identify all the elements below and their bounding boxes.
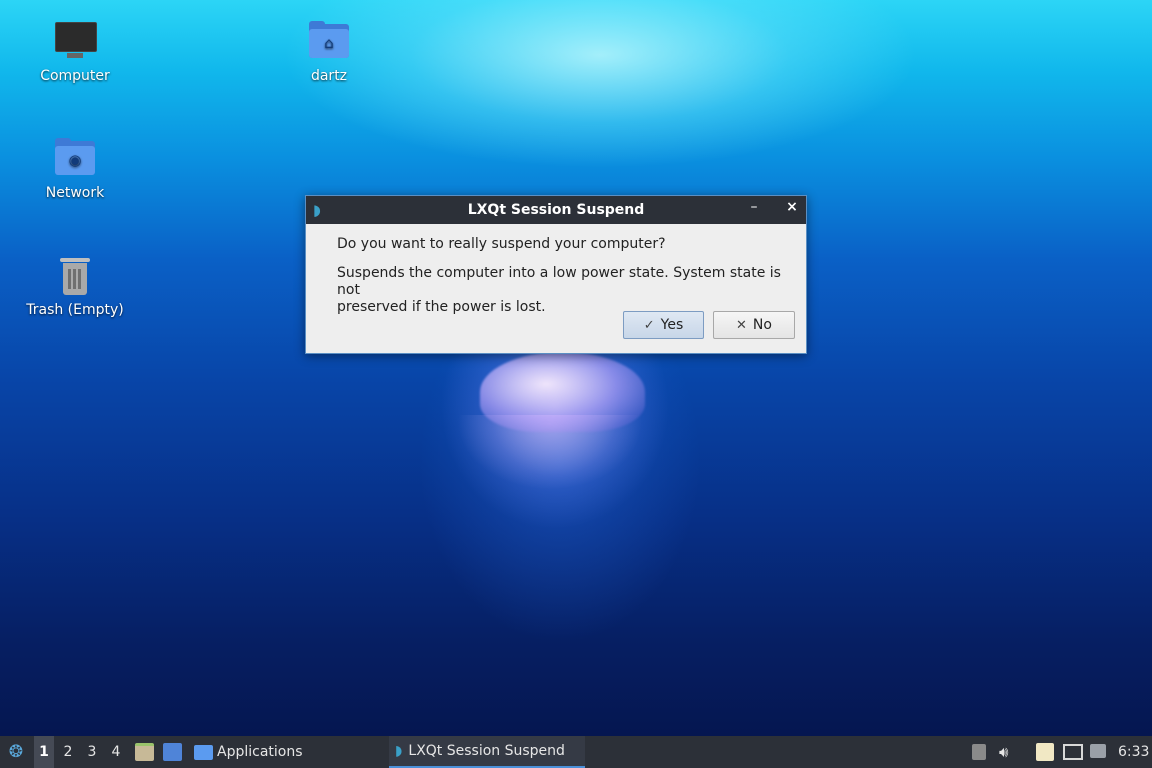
taskbar: ❂ 1 2 3 4 Applications ◗ LXQt Session Su…: [0, 736, 1152, 768]
task-button-session-suspend[interactable]: ◗ LXQt Session Suspend: [389, 736, 585, 768]
volume-icon[interactable]: 🔊︎: [999, 736, 1019, 761]
desktop-icon-home-folder[interactable]: ⌂ dartz: [269, 20, 389, 84]
desktop-icon-computer[interactable]: Computer: [15, 20, 135, 84]
dialog-titlebar[interactable]: ◗ LXQt Session Suspend – ×: [306, 196, 806, 224]
no-button[interactable]: ✕ No: [713, 311, 795, 339]
applications-menu[interactable]: Applications: [194, 736, 303, 768]
desktop-icon-label: Trash (Empty): [26, 302, 124, 318]
desktop-icon-trash[interactable]: Trash (Empty): [15, 254, 135, 318]
update-notifier-icon[interactable]: [1090, 744, 1106, 758]
file-manager-icon[interactable]: [135, 743, 154, 761]
dialog-title: LXQt Session Suspend: [467, 202, 645, 218]
workspace-3[interactable]: 3: [82, 736, 102, 768]
workspace-1[interactable]: 1: [34, 736, 54, 768]
clock[interactable]: 6:33: [1118, 736, 1149, 768]
desktop-icon-label: Computer: [40, 68, 110, 84]
minimize-button[interactable]: –: [746, 199, 762, 219]
checkmark-icon: ✓: [643, 317, 655, 333]
dialog-detail: Suspends the computer into a low power s…: [337, 265, 797, 316]
task-button-label: LXQt Session Suspend: [408, 743, 565, 759]
computer-icon: [53, 20, 97, 64]
folder-icon: [194, 744, 213, 760]
desktop-icon-label: Network: [45, 185, 105, 201]
network-tray-icon[interactable]: [1063, 744, 1083, 760]
show-desktop-icon[interactable]: [163, 743, 182, 761]
clipboard-icon[interactable]: [1036, 743, 1054, 761]
dialog-question: Do you want to really suspend your compu…: [337, 236, 666, 252]
yes-button[interactable]: ✓ Yes: [623, 311, 704, 339]
workspace-4[interactable]: 4: [106, 736, 126, 768]
cross-icon: ✕: [736, 317, 747, 333]
close-button[interactable]: ×: [784, 199, 800, 219]
desktop-icon-network[interactable]: ◉ Network: [15, 137, 135, 201]
workspace-2[interactable]: 2: [58, 736, 78, 768]
trash-icon: [53, 254, 97, 298]
desktop-background: Computer ⌂ dartz ◉ Network Trash (Empty)…: [0, 0, 1152, 736]
jellyfish-bell: [480, 352, 645, 432]
dialog-detail-line: Suspends the computer into a low power s…: [337, 265, 781, 298]
home-folder-icon: ⌂: [307, 20, 351, 64]
lxqt-logo-icon: ◗: [395, 743, 403, 759]
tray-scroll-icon[interactable]: [972, 744, 986, 760]
applications-menu-label: Applications: [217, 744, 303, 760]
yes-button-label: Yes: [660, 317, 684, 333]
suspend-dialog: ◗ LXQt Session Suspend – × Do you want t…: [305, 195, 807, 354]
desktop-icon-label: dartz: [310, 68, 348, 84]
no-button-label: No: [752, 317, 772, 333]
start-menu-icon[interactable]: ❂: [4, 736, 28, 768]
network-icon: ◉: [53, 137, 97, 181]
